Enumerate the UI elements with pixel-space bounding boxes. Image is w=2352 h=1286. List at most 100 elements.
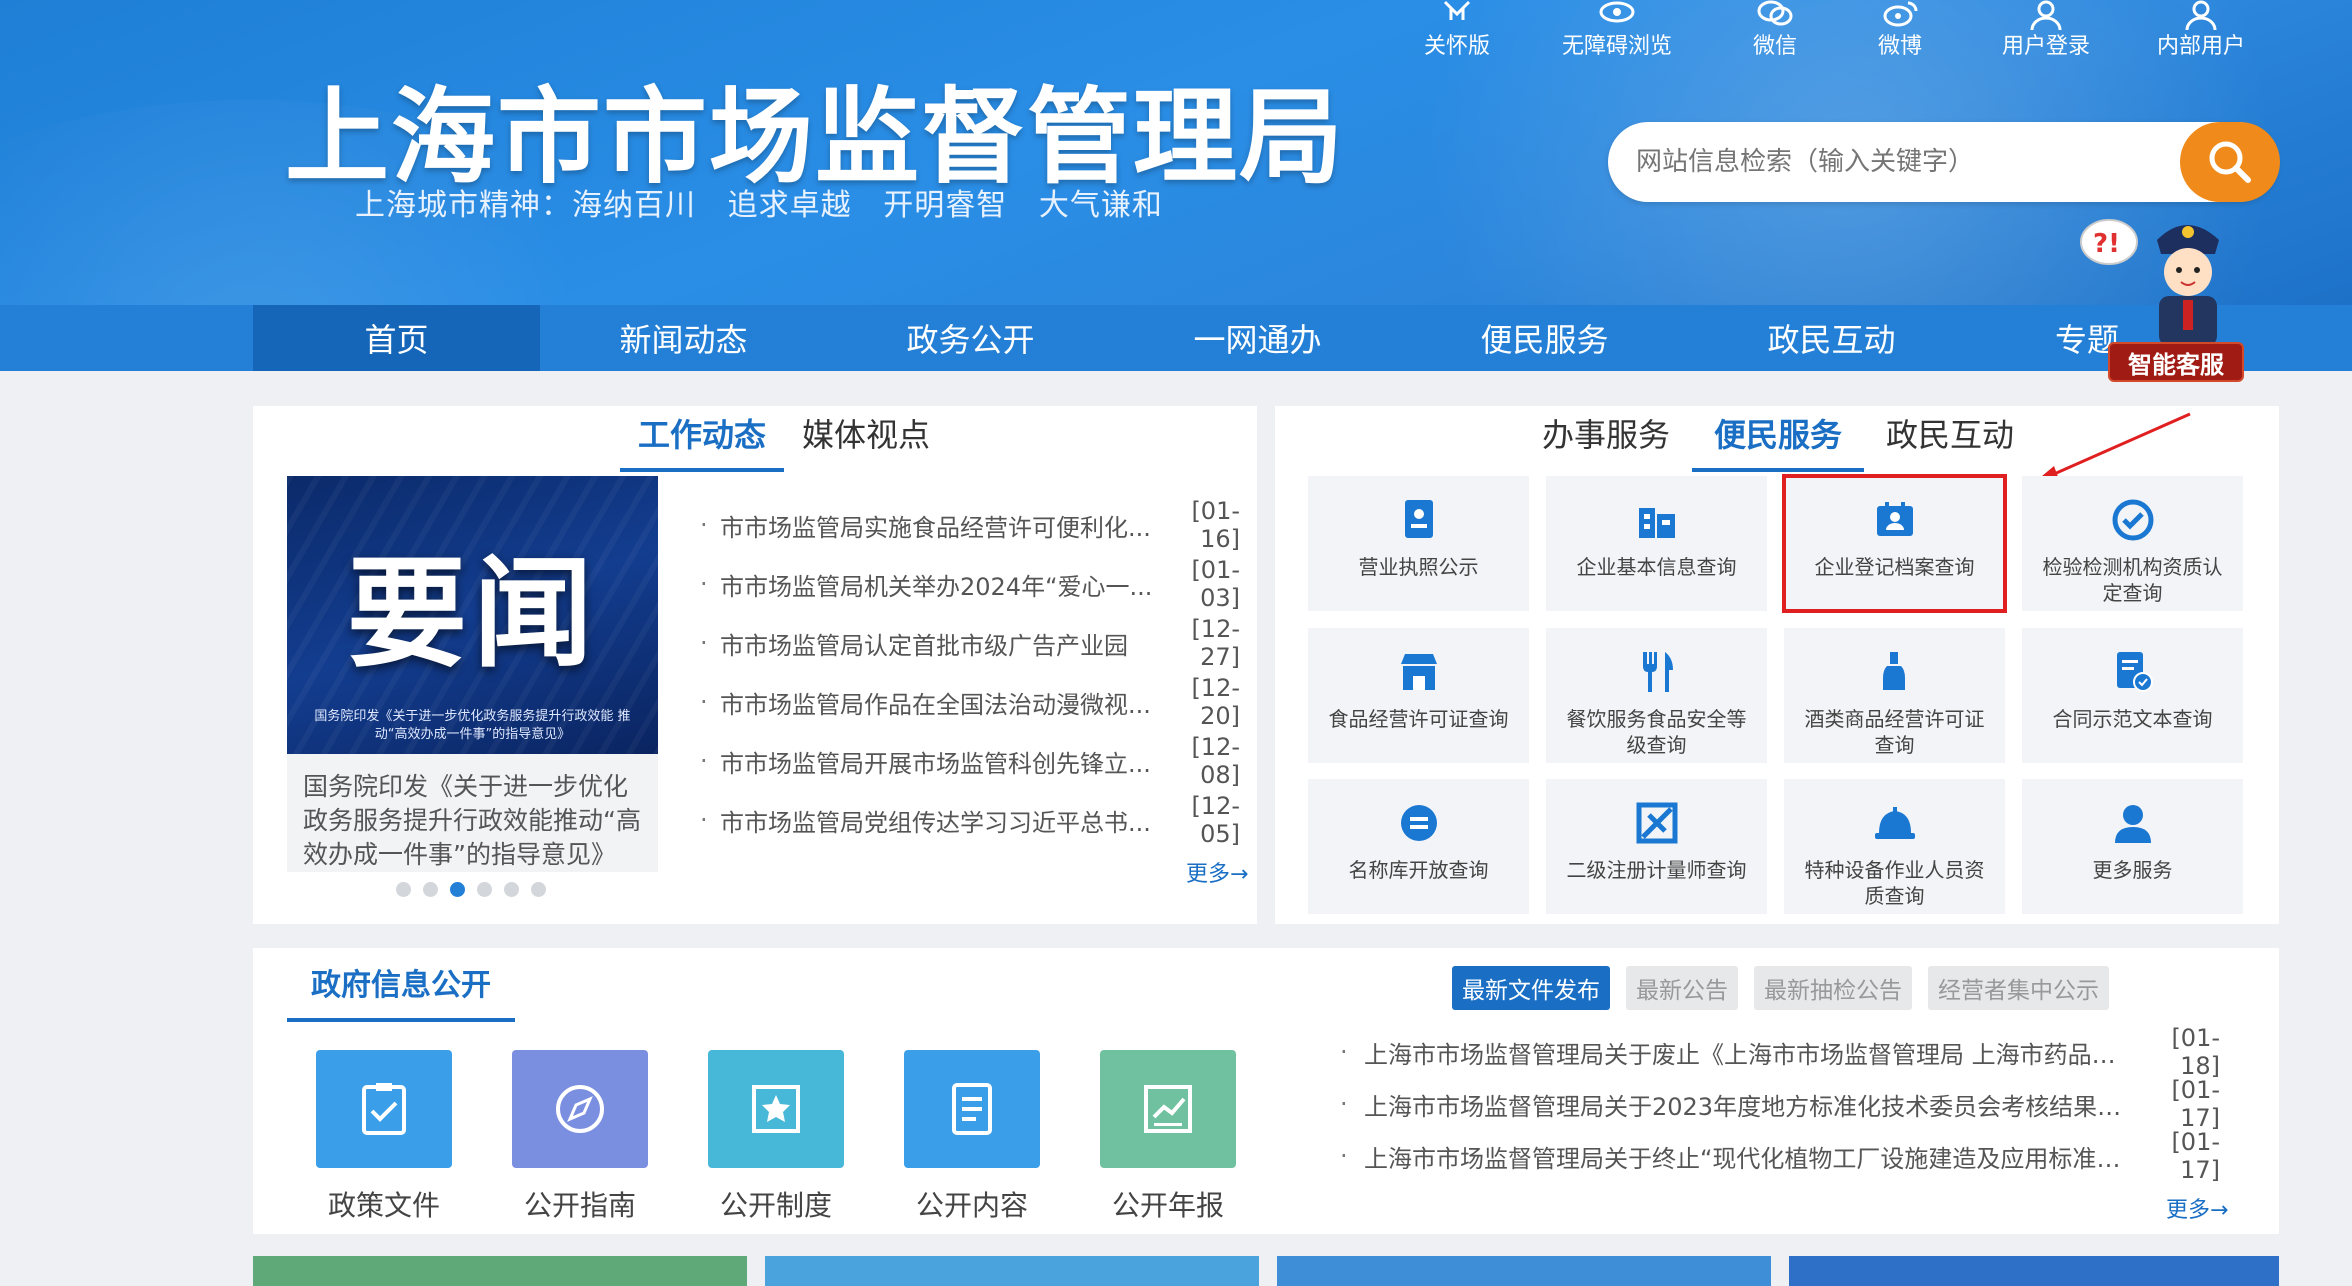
smart-assistant-button[interactable]: 智能客服 (2108, 342, 2244, 382)
search-button[interactable] (2180, 122, 2280, 202)
tab-latest-notices[interactable]: 最新公告 (1626, 966, 1738, 1010)
internal-user-icon (2185, 0, 2217, 30)
nav-one-network[interactable]: 一网通办 (1114, 305, 1401, 371)
tool-label: 用户登录 (2002, 34, 2091, 59)
document-lines-icon (952, 1083, 992, 1135)
nav-gov-affairs[interactable]: 政务公开 (827, 305, 1114, 371)
service-inspection-qualification[interactable]: 检验检测机构资质认定查询 (2022, 476, 2243, 611)
feature-image-subtext: 国务院印发《关于进一步优化政务服务提升行政效能 推动“高效办成一件事”的指导意见… (314, 709, 631, 742)
gov-item-system[interactable]: 公开制度 (708, 1050, 844, 1224)
gov-item-policy[interactable]: 政策文件 (316, 1050, 452, 1224)
tool-user-login[interactable]: 用户登录 (2002, 0, 2090, 60)
service-more[interactable]: 更多服务 (2022, 779, 2243, 914)
service-food-license[interactable]: 食品经营许可证查询 (1308, 628, 1529, 763)
search-input[interactable] (1636, 142, 2176, 182)
doc-item[interactable]: · 上海市市场监督管理局关于终止“现代化植物工厂设施建造及应用标准化... [01-… (1340, 1128, 2220, 1184)
gov-info-title[interactable]: 政府信息公开 (287, 960, 515, 1022)
service-registration-archive[interactable]: 企业登记档案查询 (1782, 474, 2007, 613)
service-business-license[interactable]: 营业执照公示 (1308, 476, 1529, 611)
gov-item-tile (904, 1050, 1040, 1168)
gov-item-label: 公开年报 (1111, 1189, 1224, 1222)
bullet: · (700, 511, 708, 539)
bottom-banner[interactable] (1789, 1256, 2279, 1286)
tool-wechat[interactable]: 微信 (1753, 0, 1797, 60)
doc-tabs: 最新文件发布 最新公告 最新抽检公告 经营者集中公示 (1452, 966, 2109, 1010)
gov-item-label: 公开内容 (915, 1189, 1028, 1222)
carousel-dot[interactable] (423, 882, 438, 897)
news-title[interactable]: 市市场监管局开展市场监管科创先锋立... (720, 744, 1160, 779)
doc-title[interactable]: 上海市市场监督管理局关于2023年度地方标准化技术委员会考核结果的... (1364, 1087, 2134, 1122)
tool-label: 无障碍浏览 (1562, 34, 1673, 59)
bullet: · (700, 747, 708, 775)
food-store-icon (1400, 654, 1437, 690)
doc-item[interactable]: · 上海市市场监督管理局关于废止《上海市市场监督管理局 上海市药品监... [01-… (1340, 1024, 2220, 1080)
bottom-banner[interactable] (253, 1256, 747, 1286)
news-item[interactable]: · 市市场监管局开展市场监管科创先锋立... [12-08] (700, 733, 1240, 789)
news-title[interactable]: 市市场监管局实施食品经营许可便利化... (720, 508, 1160, 543)
news-title[interactable]: 市市场监管局认定首批市级广告产业园 (720, 626, 1160, 661)
news-title[interactable]: 市市场监管局机关举办2024年“爱心一... (720, 567, 1160, 602)
news-title[interactable]: 市市场监管局党组传达学习习近平总书... (720, 803, 1160, 838)
service-tabs: 办事服务 便民服务 政民互动 (1520, 410, 2036, 472)
news-date: [12-20] (1191, 674, 1240, 730)
doc-title[interactable]: 上海市市场监督管理局关于终止“现代化植物工厂设施建造及应用标准化... (1364, 1139, 2134, 1174)
carousel-dot[interactable] (504, 882, 519, 897)
doc-item[interactable]: · 上海市市场监督管理局关于2023年度地方标准化技术委员会考核结果的... [01… (1340, 1076, 2220, 1132)
news-item[interactable]: · 市市场监管局党组传达学习习近平总书... [12-05] (700, 792, 1240, 848)
carousel-dot-active[interactable] (450, 882, 465, 897)
tab-citizen-interaction[interactable]: 政民互动 (1864, 410, 2036, 472)
tab-convenience-service[interactable]: 便民服务 (1692, 410, 1865, 472)
service-liquor-license[interactable]: 酒类商品经营许可证查询 (1784, 628, 2005, 763)
gov-item-content[interactable]: 公开内容 (904, 1050, 1040, 1224)
feature-news-image[interactable]: 要闻 国务院印发《关于进一步优化政务服务提升行政效能 推动“高效办成一件事”的指… (287, 476, 658, 754)
service-label: 营业执照公示 (1358, 555, 1479, 579)
carousel-dots (396, 882, 546, 897)
site-header: 上海市市场监督管理局 上海城市精神：海纳百川 追求卓越 开明睿智 大气谦和 关怀… (0, 0, 2352, 305)
star-box-icon (752, 1085, 800, 1133)
tool-weibo[interactable]: 微博 (1878, 0, 1922, 60)
gov-item-tile (316, 1050, 452, 1168)
docs-more-link[interactable]: 更多→ (2166, 1192, 2228, 1224)
feature-news-caption[interactable]: 国务院印发《关于进一步优化政务服务提升行政效能推动“高效办成一件事”的指导意见》 (287, 754, 658, 872)
service-name-library[interactable]: 名称库开放查询 (1308, 779, 1529, 914)
carousel-dot[interactable] (477, 882, 492, 897)
news-date: [01-03] (1191, 556, 1240, 612)
news-more-link[interactable]: 更多→ (1186, 856, 1248, 888)
policy-clipboard-icon (362, 1083, 406, 1135)
tool-internal-user[interactable]: 内部用户 (2157, 0, 2245, 60)
tool-care-mode[interactable]: 关怀版 (1424, 0, 1490, 60)
tab-latest-files[interactable]: 最新文件发布 (1452, 966, 1610, 1010)
tab-concentration-notices[interactable]: 经营者集中公示 (1928, 966, 2109, 1010)
tool-label: 关怀版 (1424, 34, 1491, 59)
nav-news[interactable]: 新闻动态 (540, 305, 827, 371)
service-catering-safety[interactable]: 餐饮服务食品安全等级查询 (1546, 628, 1767, 763)
service-label: 更多服务 (2092, 858, 2173, 882)
tab-office-service[interactable]: 办事服务 (1520, 410, 1692, 472)
carousel-dot[interactable] (396, 882, 411, 897)
nav-convenience[interactable]: 便民服务 (1401, 305, 1688, 371)
gov-item-guide[interactable]: 公开指南 (512, 1050, 648, 1224)
news-item[interactable]: · 市市场监管局实施食品经营许可便利化... [01-16] (700, 497, 1240, 553)
service-metrologist[interactable]: 二级注册计量师查询 (1546, 779, 1767, 914)
service-enterprise-info[interactable]: 企业基本信息查询 (1546, 476, 1767, 611)
news-tabs: 工作动态 媒体视点 (620, 410, 948, 472)
tool-accessibility[interactable]: 无障碍浏览 (1562, 0, 1672, 60)
news-item[interactable]: · 市市场监管局认定首批市级广告产业园 [12-27] (700, 615, 1240, 671)
carousel-dot[interactable] (531, 882, 546, 897)
bullet: · (700, 570, 708, 598)
nav-home[interactable]: 首页 (253, 305, 540, 371)
news-title[interactable]: 市市场监管局作品在全国法治动漫微视... (720, 685, 1160, 720)
service-contract-template[interactable]: 合同示范文本查询 (2022, 628, 2243, 763)
news-item[interactable]: · 市市场监管局机关举办2024年“爱心一... [01-03] (700, 556, 1240, 612)
tab-latest-inspections[interactable]: 最新抽检公告 (1754, 966, 1912, 1010)
nav-interaction[interactable]: 政民互动 (1688, 305, 1975, 371)
gov-item-annual-report[interactable]: 公开年报 (1100, 1050, 1236, 1224)
service-special-equipment[interactable]: 特种设备作业人员资质查询 (1784, 779, 2005, 914)
tab-media-views[interactable]: 媒体视点 (784, 410, 948, 472)
service-label: 检验检测机构资质认定查询 (2042, 555, 2223, 605)
doc-title[interactable]: 上海市市场监督管理局关于废止《上海市市场监督管理局 上海市药品监... (1364, 1035, 2134, 1070)
tab-work-news[interactable]: 工作动态 (620, 410, 785, 472)
bottom-banner[interactable] (1277, 1256, 1771, 1286)
bottom-banner[interactable] (765, 1256, 1259, 1286)
news-item[interactable]: · 市市场监管局作品在全国法治动漫微视... [12-20] (700, 674, 1240, 730)
